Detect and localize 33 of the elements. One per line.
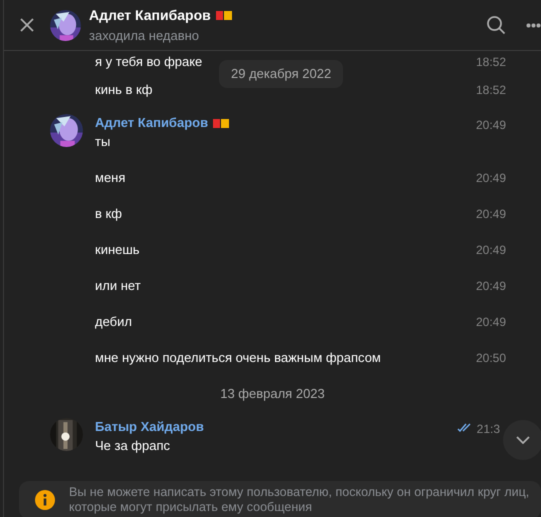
contact-name: Адлет Капибаров <box>89 6 211 25</box>
search-button[interactable] <box>486 15 506 35</box>
message-time: 18:52 <box>476 54 506 70</box>
message-text: в кф <box>95 205 122 224</box>
message-text: меня <box>95 169 126 188</box>
message-text: кинь в кф <box>95 81 152 100</box>
message-time: 20:49 <box>476 206 506 223</box>
info-icon <box>35 490 55 510</box>
message-time: 20:49 <box>476 242 506 259</box>
message-text: ты <box>95 133 112 151</box>
message-time: 18:52 <box>476 82 506 99</box>
message-time: 20:50 <box>476 350 506 367</box>
online-status: заходила недавно <box>89 26 200 45</box>
author-name[interactable]: Адлет Капибаров <box>95 113 208 133</box>
message-text: кинешь <box>95 241 140 260</box>
message-time: 20:49 <box>476 170 506 187</box>
author-name[interactable]: Батыр Хайдаров <box>95 417 204 437</box>
chevron-down-icon <box>516 436 530 444</box>
more-button[interactable] <box>526 22 541 28</box>
notice-text: Вы не можете написать этому пользователю, поскольку он ограничил круг лиц, которые могут присылать ему сообщения <box>69 485 530 515</box>
message-time: 21:3 <box>476 421 500 438</box>
message-time: 20:49 <box>476 117 506 134</box>
squares-icon <box>216 10 232 20</box>
message-time: 20:49 <box>476 314 506 331</box>
message-text: я у тебя во фраке <box>95 52 202 71</box>
message-text: мне нужно поделиться очень важным фрапсом <box>95 349 381 368</box>
date-separator: 13 февраля 2023 <box>220 385 325 404</box>
message-text: Че за фрапс <box>95 437 172 455</box>
close-button[interactable] <box>20 18 34 32</box>
message-time: 20:49 <box>476 278 506 295</box>
message-text: или нет <box>95 277 141 296</box>
message-text: дебил <box>95 313 132 332</box>
date-badge: 29 декабря 2022 <box>219 60 344 88</box>
